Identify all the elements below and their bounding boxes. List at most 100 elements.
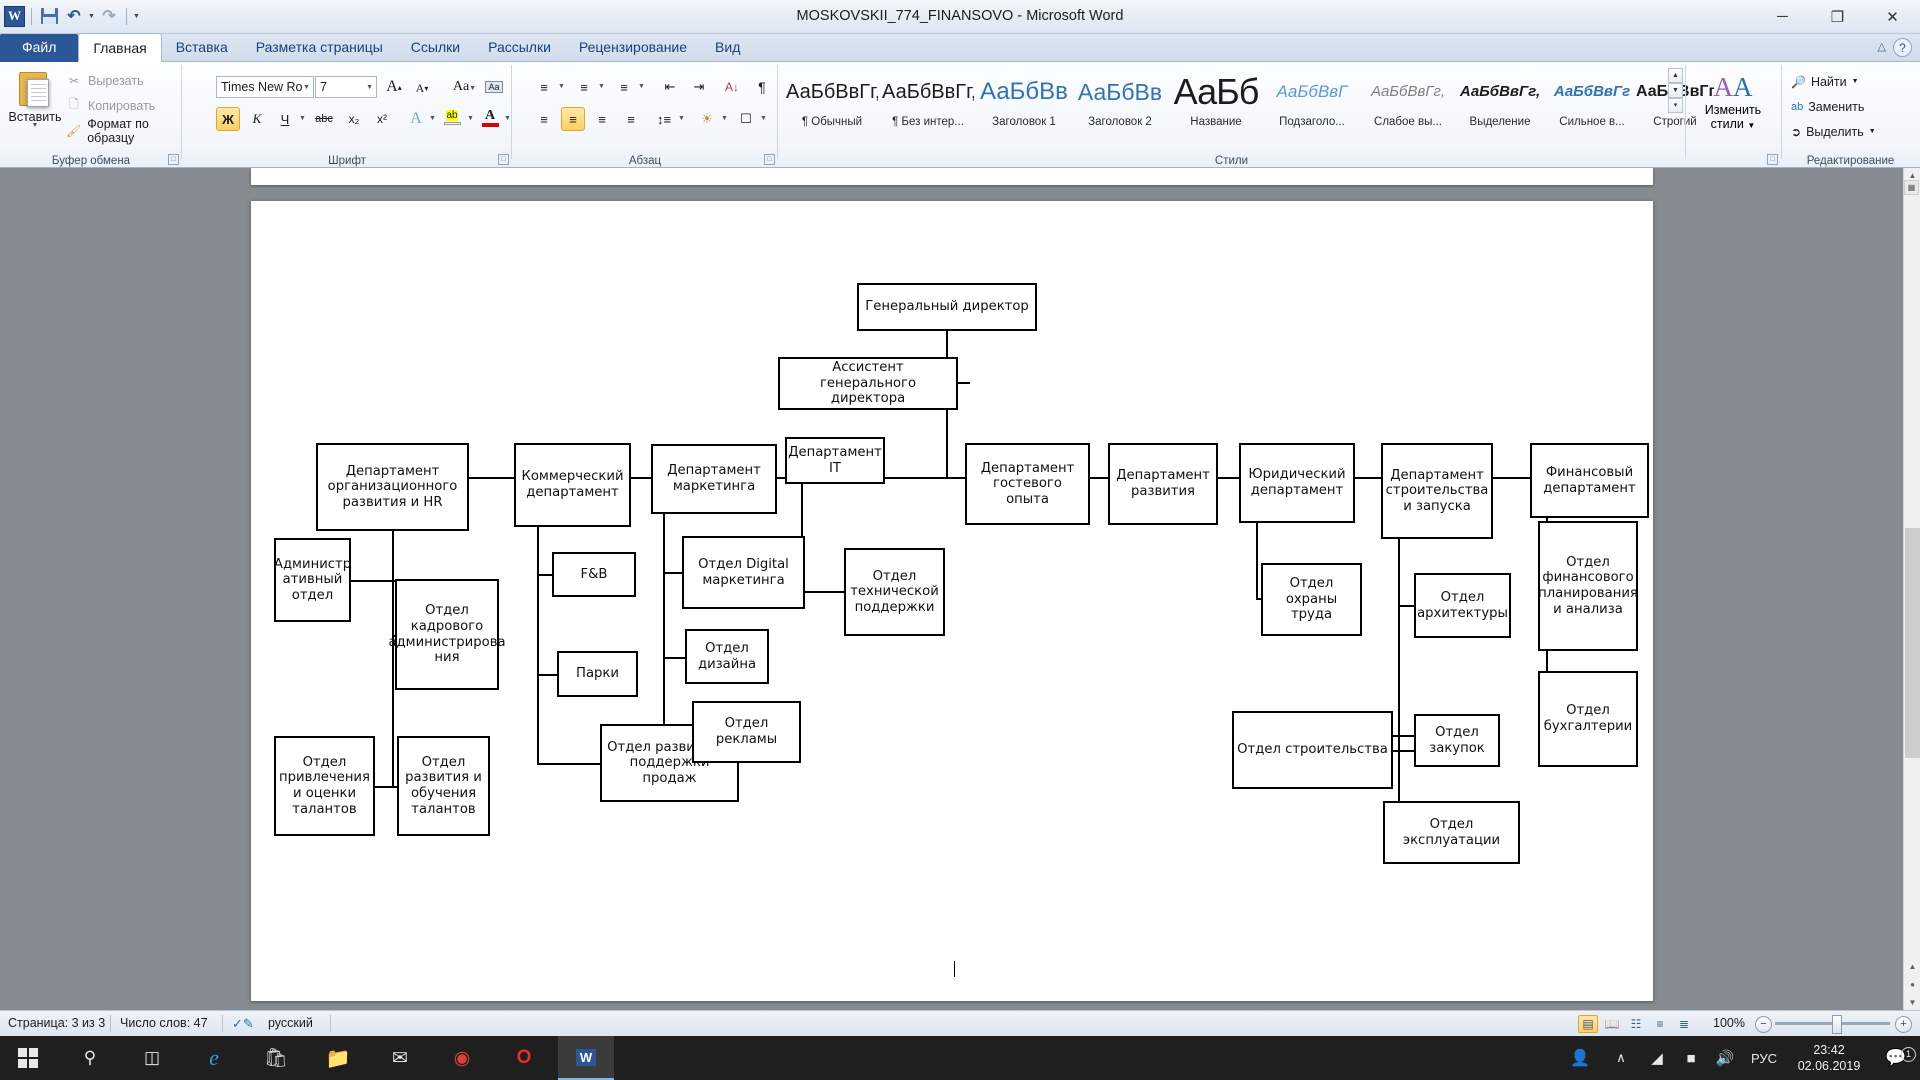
edge-icon[interactable]: e [186, 1036, 242, 1080]
tab-page-layout[interactable]: Разметка страницы [242, 34, 397, 62]
font-dialog-launcher[interactable]: □ [498, 154, 509, 165]
page-info[interactable]: Страница: 3 из 3 [8, 1016, 105, 1030]
store-icon[interactable]: 🛍 [248, 1036, 304, 1080]
strikethrough-button[interactable]: abc [312, 107, 336, 131]
org-node-dep-development[interactable]: Департамент развития [1108, 443, 1218, 525]
task-view-icon[interactable]: ◫ [124, 1036, 180, 1080]
style-item-3[interactable]: АаБбВв Заголовок 2 [1074, 68, 1166, 128]
file-explorer-icon[interactable]: 📁 [310, 1036, 366, 1080]
align-center-icon[interactable]: ≡ [561, 107, 585, 131]
change-case-button[interactable]: Aa ▼ [444, 75, 478, 99]
shading-dropdown-icon[interactable]: ▼ [721, 115, 728, 122]
find-dropdown-icon[interactable]: ▼ [1852, 78, 1859, 85]
minimize-ribbon-icon[interactable]: △ [1878, 40, 1886, 53]
numbered-list-icon[interactable]: ≡ [572, 75, 596, 99]
styles-gallery-scroll[interactable]: ▲ ▼ ▾ [1668, 68, 1683, 113]
volume-icon[interactable]: 🔊 [1708, 1049, 1742, 1067]
bold-button[interactable]: Ж [216, 107, 240, 131]
chevron-down-icon[interactable]: ▼ [366, 84, 373, 91]
tab-review[interactable]: Рецензирование [565, 34, 701, 62]
style-item-2[interactable]: АаБбВв Заголовок 1 [978, 68, 1070, 128]
select-button[interactable]: ➲ Выделить ▼ [1791, 120, 1876, 143]
mail-icon[interactable]: ✉ [372, 1036, 428, 1080]
org-node-design[interactable]: Отдел дизайна [685, 629, 769, 684]
ruler-toggle-icon[interactable]: ▦ [1904, 180, 1919, 195]
highlight-dropdown-icon[interactable]: ▼ [467, 115, 474, 122]
draft-icon[interactable]: ≣ [1674, 1015, 1694, 1033]
people-icon[interactable]: 👤 [1558, 1048, 1602, 1068]
org-node-dep-legal[interactable]: Юридический департамент [1239, 443, 1355, 523]
grow-font-button[interactable]: A ▴ [382, 75, 406, 99]
battery-charging-icon[interactable]: ■ [1674, 1050, 1708, 1067]
minimize-button[interactable]: ─ [1755, 0, 1810, 33]
vertical-scrollbar[interactable]: ▲ ▲ ● ▼ [1903, 168, 1920, 1010]
org-node-talent-attract[interactable]: Отдел привлечения и оценки талантов [274, 736, 375, 836]
find-button[interactable]: 🔎 Найти ▼ [1791, 70, 1859, 93]
search-icon[interactable]: ⚲ [62, 1036, 118, 1080]
line-spacing-icon[interactable]: ↕≡ [652, 107, 676, 131]
org-node-dep-comm[interactable]: Коммерческий департамент [514, 443, 631, 527]
tab-file[interactable]: Файл [0, 34, 79, 62]
wifi-icon[interactable]: ◢ [1640, 1049, 1674, 1067]
print-layout-icon[interactable]: ▤ [1578, 1015, 1598, 1033]
org-node-architecture[interactable]: Отдел архитектуры [1414, 573, 1511, 638]
numbering-dropdown-icon[interactable]: ▼ [598, 83, 605, 90]
format-painter-button[interactable]: 🖌 Формат по образцу [66, 117, 182, 145]
paste-button[interactable]: Вставить ▼ [6, 68, 64, 142]
font-color-dropdown-icon[interactable]: ▼ [504, 115, 511, 122]
formatting-marks-icon[interactable]: ¶ [750, 75, 774, 99]
clock[interactable]: 23:42 02.06.2019 [1786, 1042, 1872, 1075]
shading-icon[interactable]: ☀ [695, 107, 719, 131]
org-node-procurement[interactable]: Отдел закупок [1414, 714, 1500, 767]
cut-button[interactable]: ✂ Вырезать [66, 70, 144, 91]
clear-formatting-button[interactable]: Aa [482, 75, 506, 99]
spell-check-icon[interactable]: ✓✎ [232, 1016, 254, 1032]
increase-indent-icon[interactable]: ⇥ [687, 75, 711, 99]
org-node-parks[interactable]: Парки [557, 651, 638, 697]
org-node-tech-support[interactable]: Отдел технической поддержки [844, 548, 945, 636]
text-effects-button[interactable]: A [404, 107, 428, 131]
chrome-icon[interactable]: ◉ [434, 1036, 490, 1080]
tab-home[interactable]: Главная [78, 33, 162, 62]
line-spacing-dropdown-icon[interactable]: ▼ [678, 115, 685, 122]
org-node-fb[interactable]: F&B [552, 552, 636, 597]
italic-button[interactable]: К [245, 107, 269, 131]
org-node-digital[interactable]: Отдел Digital маркетинга [682, 536, 805, 609]
browse-object-icon[interactable]: ● [1905, 977, 1920, 992]
style-item-4[interactable]: АаБб Название [1170, 68, 1262, 128]
help-icon[interactable]: ? [1893, 38, 1912, 57]
font-name-input[interactable]: Times New Ro ▼ [216, 76, 314, 98]
borders-dropdown-icon[interactable]: ▼ [760, 115, 767, 122]
bullet-list-icon[interactable]: ≡ [532, 75, 556, 99]
scroll-down-icon[interactable]: ▼ [1668, 83, 1683, 98]
sort-icon[interactable]: A↓ [720, 75, 744, 99]
replace-button[interactable]: ab Заменить [1791, 95, 1864, 118]
org-node-hr-admin[interactable]: Отдел кадрового администрирова ния [388, 579, 506, 690]
document-area[interactable]: Генеральный директор Ассистент генеральн… [0, 168, 1920, 1010]
tab-mailings[interactable]: Рассылки [474, 34, 565, 62]
more-styles-icon[interactable]: ▾ [1668, 98, 1683, 113]
bullets-dropdown-icon[interactable]: ▼ [558, 83, 565, 90]
prev-page-icon[interactable]: ▲ [1905, 959, 1920, 974]
language-label[interactable]: русский [268, 1016, 313, 1030]
zoom-slider-thumb[interactable] [1832, 1015, 1842, 1034]
style-item-8[interactable]: АаБбВвГг Сильное в... [1546, 68, 1638, 128]
word-count[interactable]: Число слов: 47 [120, 1016, 208, 1030]
document-page[interactable]: Генеральный директор Ассистент генеральн… [251, 201, 1653, 1001]
paragraph-dialog-launcher[interactable]: □ [764, 154, 775, 165]
clipboard-dialog-launcher[interactable]: □ [168, 154, 179, 165]
tab-view[interactable]: Вид [701, 34, 754, 62]
window-controls[interactable]: ─ ❐ ✕ [1755, 0, 1920, 33]
change-styles-button[interactable]: AA Изменить стили ▼ [1697, 72, 1769, 131]
word-icon[interactable]: W [558, 1036, 614, 1080]
org-node-dep-org[interactable]: Департамент организационного развития и … [316, 443, 469, 531]
tab-insert[interactable]: Вставка [162, 34, 242, 62]
org-node-dep-finance[interactable]: Финансовый департамент [1530, 443, 1649, 518]
align-left-icon[interactable]: ≡ [532, 107, 556, 131]
close-button[interactable]: ✕ [1865, 0, 1920, 33]
org-node-dep-marketing[interactable]: Департамент маркетинга [651, 444, 777, 514]
font-size-input[interactable]: 7 ▼ [315, 76, 377, 98]
windows-start-icon[interactable] [0, 1036, 56, 1080]
web-layout-icon[interactable]: ☷ [1626, 1015, 1646, 1033]
org-node-operations[interactable]: Отдел эксплуатации [1383, 801, 1520, 864]
